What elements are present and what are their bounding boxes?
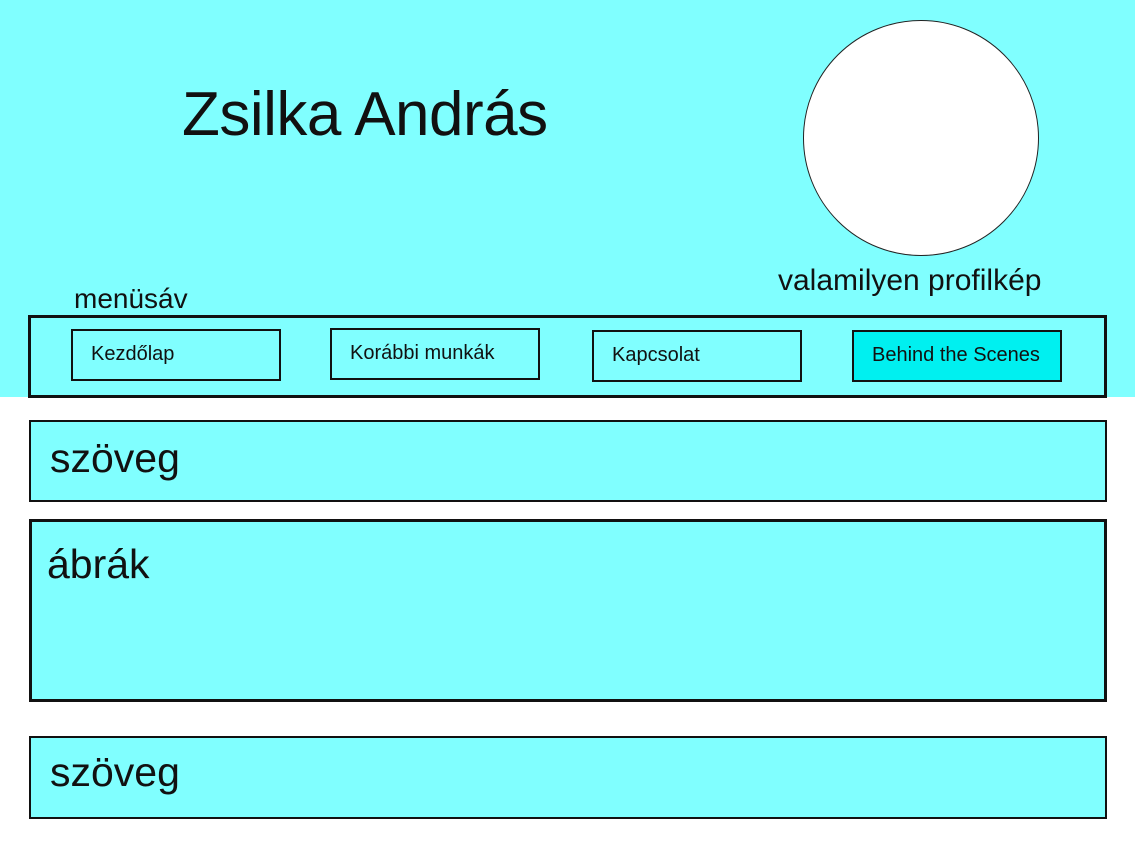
figures-section: ábrák xyxy=(29,519,1107,702)
menu-bar: Kezdőlap Korábbi munkák Kapcsolat Behind… xyxy=(28,315,1107,398)
menu-item-contact[interactable]: Kapcsolat xyxy=(592,330,802,382)
page-title: Zsilka András xyxy=(182,80,548,149)
text-section-2: szöveg xyxy=(29,736,1107,819)
menu-item-behind-the-scenes[interactable]: Behind the Scenes xyxy=(852,330,1062,382)
menu-item-previous-works[interactable]: Korábbi munkák xyxy=(330,328,540,380)
profile-picture-label: valamilyen profilkép xyxy=(778,264,1042,297)
profile-picture-placeholder xyxy=(803,20,1039,256)
menu-bar-label: menüsáv xyxy=(74,283,188,314)
figures-section-label: ábrák xyxy=(47,541,150,587)
menu-item-home[interactable]: Kezdőlap xyxy=(71,329,281,381)
text-section-1: szöveg xyxy=(29,420,1107,502)
text-section-label: szöveg xyxy=(50,749,180,795)
text-section-label: szöveg xyxy=(50,435,180,481)
